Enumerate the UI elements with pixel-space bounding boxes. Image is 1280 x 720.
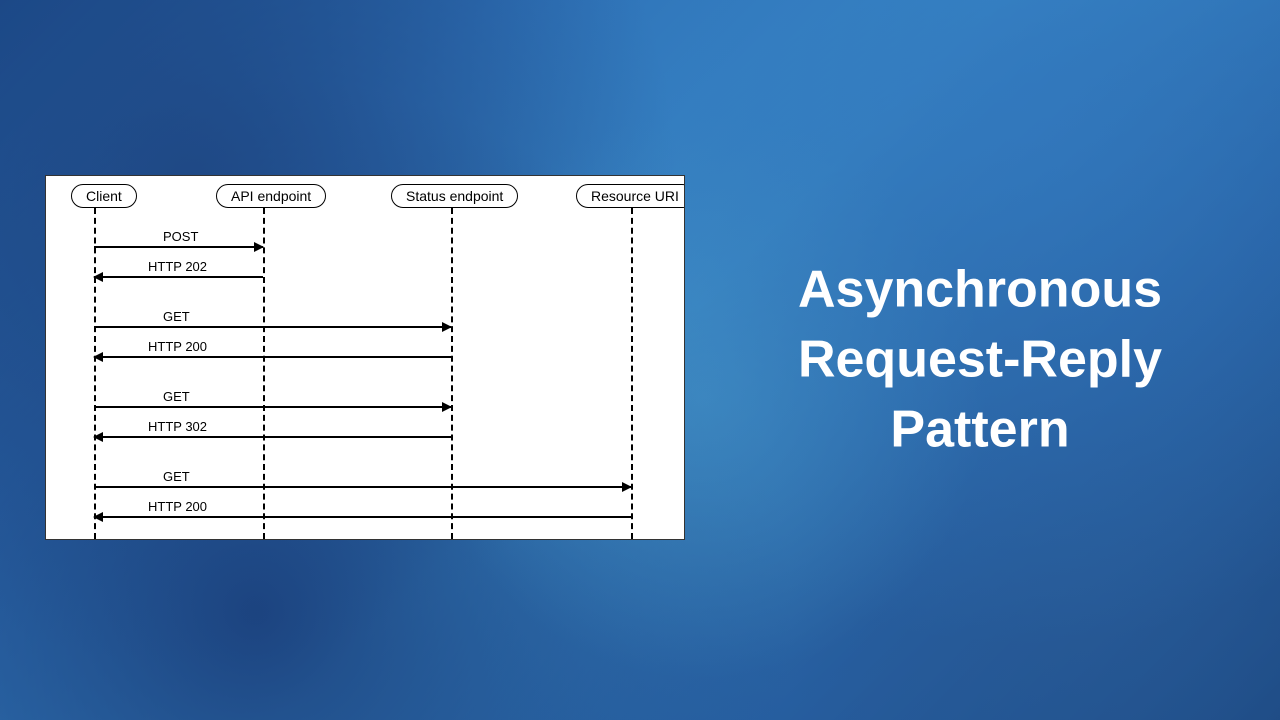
- actor-status-endpoint: Status endpoint: [391, 184, 518, 208]
- label-http-200-status: HTTP 200: [146, 339, 209, 354]
- arrow-post: [94, 246, 263, 248]
- actor-client: Client: [71, 184, 137, 208]
- arrow-http-302: [94, 436, 451, 438]
- lifeline-client: [94, 208, 96, 539]
- sequence-diagram: Client API endpoint Status endpoint Reso…: [45, 175, 685, 540]
- arrow-http-202: [94, 276, 263, 278]
- arrow-get-status-2: [94, 406, 451, 408]
- actor-api-endpoint: API endpoint: [216, 184, 326, 208]
- slide-title: Asynchronous Request-Reply Pattern: [740, 255, 1220, 466]
- label-post: POST: [161, 229, 200, 244]
- title-line-3: Pattern: [740, 395, 1220, 465]
- label-get-status-2: GET: [161, 389, 192, 404]
- arrow-http-200-resource: [94, 516, 631, 518]
- title-line-1: Asynchronous: [740, 255, 1220, 325]
- label-get-resource: GET: [161, 469, 192, 484]
- title-line-2: Request-Reply: [740, 325, 1220, 395]
- lifeline-api-endpoint: [263, 208, 265, 539]
- label-get-status-1: GET: [161, 309, 192, 324]
- arrow-http-200-status: [94, 356, 451, 358]
- arrow-get-status-1: [94, 326, 451, 328]
- label-http-200-resource: HTTP 200: [146, 499, 209, 514]
- lifeline-status-endpoint: [451, 208, 453, 539]
- label-http-302: HTTP 302: [146, 419, 209, 434]
- label-http-202: HTTP 202: [146, 259, 209, 274]
- arrow-get-resource: [94, 486, 631, 488]
- actor-resource-uri: Resource URI: [576, 184, 685, 208]
